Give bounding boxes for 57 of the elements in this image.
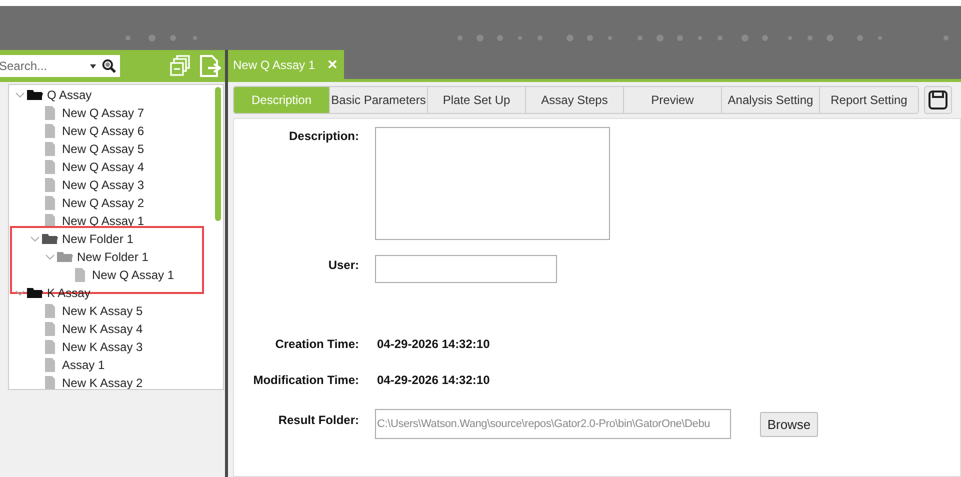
document-icon — [42, 340, 58, 354]
field-label: Description: — [288, 128, 359, 143]
folder-icon — [57, 251, 73, 263]
save-button[interactable] — [924, 86, 952, 114]
tree-item[interactable]: New Q Assay 3 — [9, 176, 213, 194]
document-icon — [42, 124, 58, 138]
description-field[interactable] — [375, 127, 610, 240]
tree-item[interactable]: New Folder 1 — [9, 230, 213, 248]
caret-icon[interactable] — [90, 64, 96, 68]
tree-item[interactable]: Assay 1 — [9, 356, 213, 374]
folder-icon — [42, 233, 58, 245]
tab[interactable]: Report Setting — [820, 87, 918, 113]
document-icon — [42, 322, 58, 336]
field-label: Result Folder: — [277, 412, 359, 427]
chevron-down-icon[interactable] — [15, 288, 25, 298]
tree-item[interactable]: New Q Assay 6 — [9, 122, 213, 140]
chevron-down-icon[interactable] — [30, 234, 40, 244]
tree-item[interactable]: New Q Assay 1 — [9, 266, 213, 284]
tree-item[interactable]: New Q Assay 7 — [9, 104, 213, 122]
chevron-down-icon[interactable] — [45, 252, 55, 262]
document-icon — [42, 142, 58, 156]
document-icon — [42, 178, 58, 192]
document-icon — [42, 196, 58, 210]
document-icon — [42, 304, 58, 318]
collapse-all-icon[interactable] — [169, 55, 191, 77]
tree-item[interactable]: New Folder 1 — [9, 248, 213, 266]
tree-item[interactable]: New K Assay 3 — [9, 338, 213, 356]
field-label: Modification Time: — [252, 373, 359, 387]
search-icon[interactable] — [102, 58, 116, 74]
tab[interactable]: Analysis Setting — [722, 87, 820, 113]
field-label: Creation Time: — [274, 337, 359, 351]
folder-icon — [27, 287, 43, 299]
tree-item[interactable]: New Q Assay 5 — [9, 140, 213, 158]
folder-icon — [27, 89, 43, 101]
user-field[interactable] — [375, 255, 557, 283]
tree-item[interactable]: New K Assay 5 — [9, 302, 213, 320]
tree-item[interactable]: New Q Assay 2 — [9, 194, 213, 212]
tab[interactable]: Plate Set Up — [428, 87, 526, 113]
time-value: 04-29-2026 14:32:10 — [376, 373, 490, 387]
tab[interactable]: Preview — [624, 87, 722, 113]
scrollbar-thumb[interactable] — [215, 87, 221, 221]
tab[interactable]: Basic Parameters — [330, 87, 428, 113]
tree-item[interactable]: New Q Assay 4 — [9, 158, 213, 176]
document-icon — [72, 268, 88, 282]
tree-item[interactable]: New K Assay 4 — [9, 320, 213, 338]
tab[interactable]: Assay Steps — [526, 87, 624, 113]
result-folder-field[interactable]: C:\Users\Watson.Wang\source\repos\Gator2.0-Pro\bin\GatorOne\Debu — [375, 409, 731, 439]
field-label: User: — [327, 257, 359, 272]
tree-item[interactable]: Q Assay — [9, 86, 213, 104]
export-icon[interactable] — [199, 54, 221, 78]
document-icon — [42, 358, 58, 372]
document-icon — [42, 160, 58, 174]
chevron-down-icon[interactable] — [15, 90, 25, 100]
document-icon — [42, 106, 58, 120]
time-value: 04-29-2026 14:32:10 — [376, 337, 490, 351]
document-icon — [42, 376, 58, 389]
browse-button[interactable]: Browse — [760, 412, 818, 437]
